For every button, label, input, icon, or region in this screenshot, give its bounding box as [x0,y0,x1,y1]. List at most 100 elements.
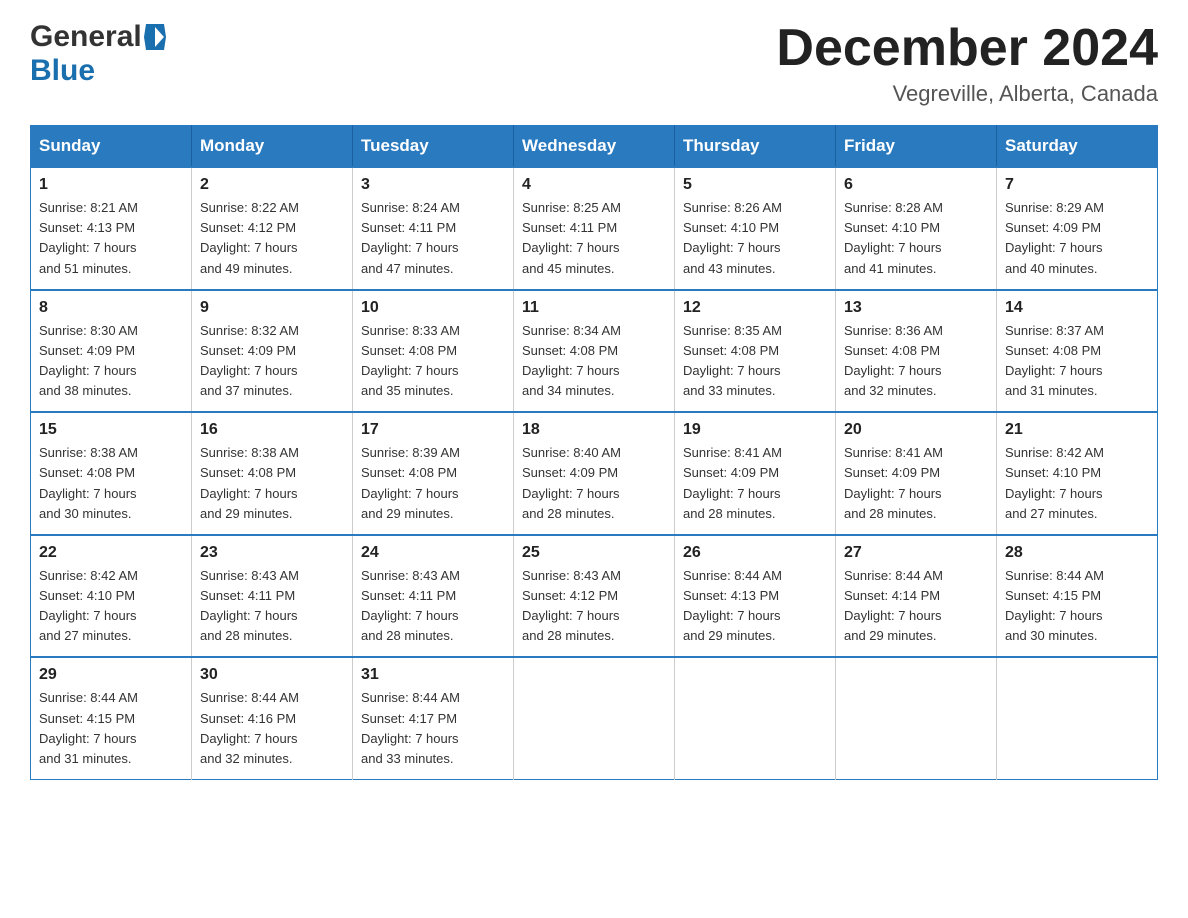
sunrise-label: Sunrise: 8:22 AM [200,200,299,215]
sunset-label: Sunset: 4:11 PM [522,220,617,235]
day-cell: 10 Sunrise: 8:33 AM Sunset: 4:08 PM Dayl… [353,290,514,413]
header: General Blue December 2024 Vegreville, A… [30,20,1158,107]
daylight-minutes: and 27 minutes. [39,628,132,643]
daylight-minutes: and 30 minutes. [1005,628,1098,643]
day-cell: 9 Sunrise: 8:32 AM Sunset: 4:09 PM Dayli… [192,290,353,413]
day-number: 16 [200,421,344,439]
logo-blue-text: Blue [30,54,95,88]
sunset-label: Sunset: 4:08 PM [361,343,457,358]
day-info: Sunrise: 8:26 AM Sunset: 4:10 PM Dayligh… [683,198,827,279]
header-row: SundayMondayTuesdayWednesdayThursdayFrid… [31,126,1158,168]
sunset-label: Sunset: 4:09 PM [200,343,296,358]
daylight-minutes: and 29 minutes. [361,506,454,521]
day-cell: 28 Sunrise: 8:44 AM Sunset: 4:15 PM Dayl… [997,535,1158,658]
sunrise-label: Sunrise: 8:43 AM [361,568,460,583]
day-number: 20 [844,421,988,439]
day-cell: 16 Sunrise: 8:38 AM Sunset: 4:08 PM Dayl… [192,412,353,535]
daylight-label: Daylight: 7 hours [522,363,620,378]
daylight-minutes: and 27 minutes. [1005,506,1098,521]
day-number: 11 [522,299,666,317]
week-row-3: 15 Sunrise: 8:38 AM Sunset: 4:08 PM Dayl… [31,412,1158,535]
sunset-label: Sunset: 4:08 PM [39,465,135,480]
day-info: Sunrise: 8:25 AM Sunset: 4:11 PM Dayligh… [522,198,666,279]
month-title: December 2024 [776,20,1158,77]
day-number: 8 [39,299,183,317]
page: General Blue December 2024 Vegreville, A… [0,0,1188,810]
day-info: Sunrise: 8:21 AM Sunset: 4:13 PM Dayligh… [39,198,183,279]
day-number: 26 [683,544,827,562]
day-number: 15 [39,421,183,439]
day-cell: 3 Sunrise: 8:24 AM Sunset: 4:11 PM Dayli… [353,167,514,290]
day-number: 27 [844,544,988,562]
day-cell: 15 Sunrise: 8:38 AM Sunset: 4:08 PM Dayl… [31,412,192,535]
sunrise-label: Sunrise: 8:28 AM [844,200,943,215]
day-info: Sunrise: 8:34 AM Sunset: 4:08 PM Dayligh… [522,321,666,402]
day-cell: 1 Sunrise: 8:21 AM Sunset: 4:13 PM Dayli… [31,167,192,290]
day-number: 22 [39,544,183,562]
day-cell: 27 Sunrise: 8:44 AM Sunset: 4:14 PM Dayl… [836,535,997,658]
sunrise-label: Sunrise: 8:35 AM [683,323,782,338]
sunset-label: Sunset: 4:11 PM [200,588,295,603]
sunrise-label: Sunrise: 8:21 AM [39,200,138,215]
day-cell [997,657,1158,779]
day-number: 13 [844,299,988,317]
daylight-label: Daylight: 7 hours [522,608,620,623]
day-info: Sunrise: 8:41 AM Sunset: 4:09 PM Dayligh… [683,443,827,524]
day-info: Sunrise: 8:42 AM Sunset: 4:10 PM Dayligh… [1005,443,1149,524]
day-cell: 29 Sunrise: 8:44 AM Sunset: 4:15 PM Dayl… [31,657,192,779]
header-cell-sunday: Sunday [31,126,192,168]
header-cell-monday: Monday [192,126,353,168]
day-cell: 6 Sunrise: 8:28 AM Sunset: 4:10 PM Dayli… [836,167,997,290]
daylight-minutes: and 28 minutes. [200,628,293,643]
daylight-label: Daylight: 7 hours [522,486,620,501]
header-cell-tuesday: Tuesday [353,126,514,168]
daylight-minutes: and 37 minutes. [200,383,293,398]
day-cell: 21 Sunrise: 8:42 AM Sunset: 4:10 PM Dayl… [997,412,1158,535]
week-row-4: 22 Sunrise: 8:42 AM Sunset: 4:10 PM Dayl… [31,535,1158,658]
day-info: Sunrise: 8:44 AM Sunset: 4:15 PM Dayligh… [1005,566,1149,647]
day-cell: 22 Sunrise: 8:42 AM Sunset: 4:10 PM Dayl… [31,535,192,658]
daylight-minutes: and 28 minutes. [522,506,615,521]
calendar-body: 1 Sunrise: 8:21 AM Sunset: 4:13 PM Dayli… [31,167,1158,779]
day-info: Sunrise: 8:28 AM Sunset: 4:10 PM Dayligh… [844,198,988,279]
daylight-label: Daylight: 7 hours [200,731,298,746]
day-number: 7 [1005,176,1149,194]
location: Vegreville, Alberta, Canada [776,81,1158,107]
daylight-label: Daylight: 7 hours [1005,486,1103,501]
sunset-label: Sunset: 4:12 PM [200,220,296,235]
sunrise-label: Sunrise: 8:44 AM [39,690,138,705]
day-info: Sunrise: 8:44 AM Sunset: 4:15 PM Dayligh… [39,688,183,769]
sunset-label: Sunset: 4:12 PM [522,588,618,603]
day-info: Sunrise: 8:40 AM Sunset: 4:09 PM Dayligh… [522,443,666,524]
sunrise-label: Sunrise: 8:42 AM [1005,445,1104,460]
daylight-label: Daylight: 7 hours [39,240,137,255]
day-number: 31 [361,666,505,684]
daylight-minutes: and 29 minutes. [200,506,293,521]
daylight-label: Daylight: 7 hours [361,363,459,378]
daylight-minutes: and 31 minutes. [1005,383,1098,398]
logo: General Blue [30,20,166,88]
day-number: 29 [39,666,183,684]
logo-row1: General [30,20,166,54]
sunrise-label: Sunrise: 8:25 AM [522,200,621,215]
day-info: Sunrise: 8:38 AM Sunset: 4:08 PM Dayligh… [39,443,183,524]
day-cell: 30 Sunrise: 8:44 AM Sunset: 4:16 PM Dayl… [192,657,353,779]
daylight-minutes: and 41 minutes. [844,261,937,276]
day-cell: 26 Sunrise: 8:44 AM Sunset: 4:13 PM Dayl… [675,535,836,658]
sunrise-label: Sunrise: 8:37 AM [1005,323,1104,338]
day-info: Sunrise: 8:43 AM Sunset: 4:12 PM Dayligh… [522,566,666,647]
day-number: 6 [844,176,988,194]
daylight-minutes: and 51 minutes. [39,261,132,276]
sunset-label: Sunset: 4:13 PM [683,588,779,603]
day-cell: 25 Sunrise: 8:43 AM Sunset: 4:12 PM Dayl… [514,535,675,658]
day-number: 28 [1005,544,1149,562]
day-info: Sunrise: 8:35 AM Sunset: 4:08 PM Dayligh… [683,321,827,402]
day-number: 23 [200,544,344,562]
day-number: 21 [1005,421,1149,439]
daylight-minutes: and 33 minutes. [361,751,454,766]
day-number: 10 [361,299,505,317]
logo-flag-icon [144,24,166,50]
day-number: 2 [200,176,344,194]
sunset-label: Sunset: 4:10 PM [844,220,940,235]
sunrise-label: Sunrise: 8:26 AM [683,200,782,215]
